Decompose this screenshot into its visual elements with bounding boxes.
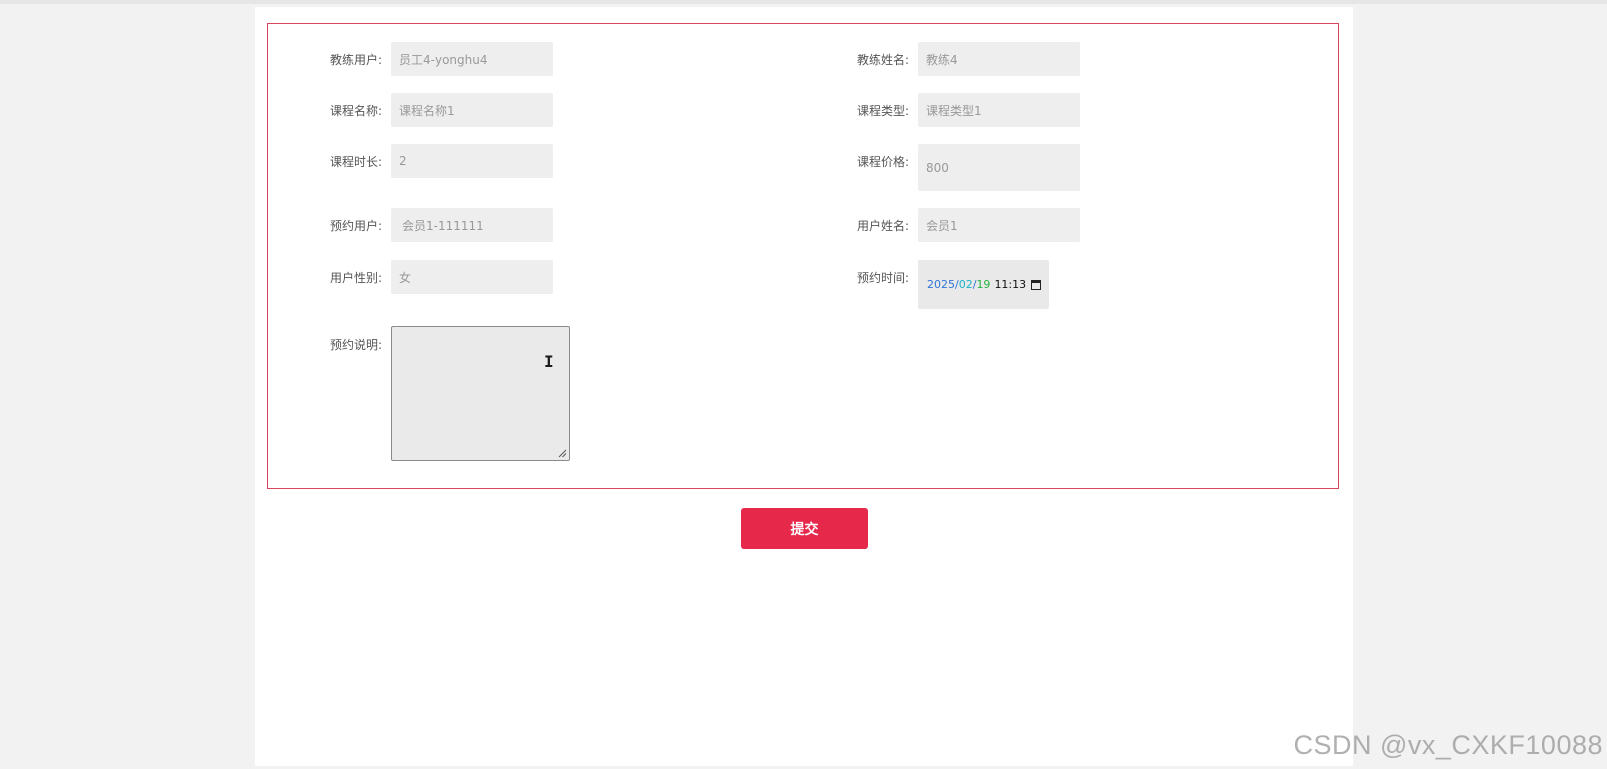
coach-user-field[interactable]: 员工4-yonghu4 bbox=[391, 42, 553, 76]
calendar-icon[interactable] bbox=[1031, 279, 1041, 290]
coach-user-label: 教练用户: bbox=[329, 53, 382, 67]
booking-time-year[interactable]: 2025 bbox=[927, 278, 955, 291]
user-gender-label: 用户性别: bbox=[329, 271, 382, 285]
booking-note-label: 预约说明: bbox=[329, 338, 382, 352]
course-name-field[interactable]: 课程名称1 bbox=[391, 93, 553, 127]
user-name-field[interactable]: 会员1 bbox=[918, 208, 1080, 242]
coach-name-label: 教练姓名: bbox=[856, 53, 909, 67]
course-duration-label: 课程时长: bbox=[329, 155, 382, 169]
top-border bbox=[0, 0, 1607, 4]
submit-button[interactable]: 提交 bbox=[741, 508, 868, 549]
course-price-label: 课程价格: bbox=[856, 155, 909, 169]
user-gender-field[interactable]: 女 bbox=[391, 260, 553, 294]
user-name-label: 用户姓名: bbox=[856, 219, 909, 233]
booking-time-day[interactable]: 19 bbox=[976, 278, 990, 291]
course-type-label: 课程类型: bbox=[856, 104, 909, 118]
text-cursor-icon: I bbox=[544, 352, 554, 371]
booking-time-label: 预约时间: bbox=[856, 271, 909, 285]
booking-note-textarea[interactable] bbox=[391, 326, 570, 461]
booking-time-picker[interactable]: 2025/02/19 11:13 bbox=[918, 260, 1049, 309]
course-name-label: 课程名称: bbox=[329, 104, 382, 118]
booking-user-label: 预约用户: bbox=[329, 219, 382, 233]
watermark: CSDN @vx_CXKF10088 bbox=[1293, 730, 1603, 760]
booking-user-field[interactable]: 会员1-111111 bbox=[391, 208, 553, 242]
course-type-field[interactable]: 课程类型1 bbox=[918, 93, 1080, 127]
booking-time-clock[interactable]: 11:13 bbox=[994, 278, 1026, 291]
resize-handle-icon[interactable] bbox=[558, 449, 567, 458]
booking-time-month[interactable]: 02 bbox=[959, 278, 973, 291]
course-price-field[interactable]: 800 bbox=[918, 144, 1080, 191]
course-duration-field[interactable]: 2 bbox=[391, 144, 553, 178]
coach-name-field[interactable]: 教练4 bbox=[918, 42, 1080, 76]
